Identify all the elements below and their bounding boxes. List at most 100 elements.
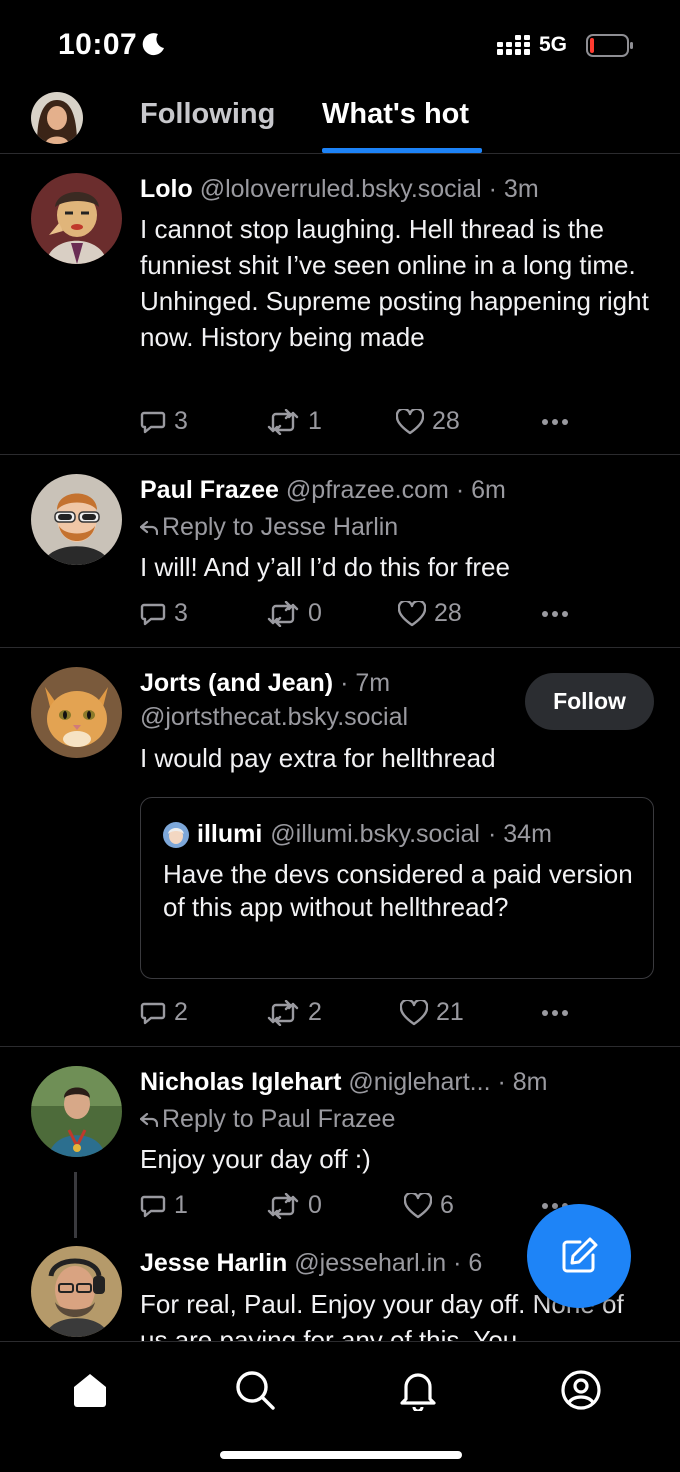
thread-line xyxy=(74,1172,77,1238)
quoted-post[interactable]: illumi @illumi.bsky.social · 34m Have th… xyxy=(140,797,654,979)
compose-icon xyxy=(562,1237,598,1273)
reply-context[interactable]: Reply to Jesse Harlin xyxy=(139,513,398,542)
status-time: 10:07 xyxy=(58,28,138,61)
battery-icon xyxy=(586,34,633,57)
post-time: · 8m xyxy=(497,1068,548,1096)
nav-home[interactable] xyxy=(66,1366,114,1414)
quote-avatar[interactable] xyxy=(163,821,189,848)
feed-post[interactable]: Paul Frazee @pfrazee.com · 6m Reply to J… xyxy=(0,456,680,648)
author-name[interactable]: Jorts (and Jean) xyxy=(140,669,333,697)
like-button[interactable]: 28 xyxy=(398,599,462,628)
avatar[interactable] xyxy=(31,173,122,264)
author-handle[interactable]: @niglehart... xyxy=(348,1068,490,1096)
tab-following[interactable]: Following xyxy=(140,98,275,131)
ellipsis-icon[interactable] xyxy=(540,1000,570,1026)
reply-count: 3 xyxy=(174,599,188,627)
author-name[interactable]: Paul Frazee xyxy=(140,476,279,504)
reply-count: 3 xyxy=(174,407,188,435)
bell-icon xyxy=(400,1373,436,1411)
follow-button[interactable]: Follow xyxy=(525,673,654,730)
author-name[interactable]: Jesse Harlin xyxy=(140,1249,287,1277)
network-label: 5G xyxy=(539,33,568,56)
nav-profile[interactable] xyxy=(557,1366,605,1414)
quote-text: Have the devs considered a paid version … xyxy=(163,859,633,922)
compose-button[interactable] xyxy=(527,1204,631,1308)
reply-button[interactable]: 3 xyxy=(140,407,188,436)
repost-button[interactable]: 0 xyxy=(266,599,322,628)
reply-to-label: Reply to Paul Frazee xyxy=(162,1105,396,1133)
feed-post[interactable]: Jorts (and Jean) · 7m @jortsthecat.bsky.… xyxy=(0,649,680,1047)
like-count: 6 xyxy=(440,1191,454,1219)
quote-author-handle[interactable]: @illumi.bsky.social xyxy=(270,820,480,849)
nav-notifications[interactable] xyxy=(394,1366,442,1414)
repost-button[interactable]: 2 xyxy=(266,998,322,1027)
repost-count: 1 xyxy=(308,407,322,435)
repost-count: 0 xyxy=(308,599,322,627)
heart-icon xyxy=(400,999,428,1025)
post-time: · 6m xyxy=(455,476,506,504)
repost-icon xyxy=(267,999,299,1026)
home-indicator xyxy=(220,1451,462,1459)
post-text: I would pay extra for hellthread xyxy=(140,743,496,773)
avatar[interactable] xyxy=(31,474,122,565)
quote-post-time: · 34m xyxy=(487,820,552,848)
repost-button[interactable]: 0 xyxy=(266,1191,322,1220)
author-handle[interactable]: @pfrazee.com xyxy=(286,476,449,504)
speech-bubble-icon xyxy=(140,411,166,433)
like-count: 28 xyxy=(432,407,460,435)
repost-count: 2 xyxy=(308,998,322,1026)
like-button[interactable]: 6 xyxy=(404,1191,454,1220)
like-button[interactable]: 28 xyxy=(396,407,460,436)
author-handle[interactable]: @jortsthecat.bsky.social xyxy=(140,703,408,732)
post-time: · 3m xyxy=(488,175,539,203)
post-actions: 1 0 6 xyxy=(140,1191,580,1221)
reply-context[interactable]: Reply to Paul Frazee xyxy=(139,1105,396,1134)
author-name[interactable]: Lolo xyxy=(140,175,193,203)
speech-bubble-icon xyxy=(140,1195,166,1217)
avatar[interactable] xyxy=(31,667,122,758)
my-avatar[interactable] xyxy=(31,92,83,144)
repost-icon xyxy=(267,408,299,435)
feed-header: Following What's hot xyxy=(0,88,680,154)
ellipsis-icon[interactable] xyxy=(540,409,570,435)
post-time: · 7m xyxy=(340,669,391,697)
tab-whats-hot[interactable]: What's hot xyxy=(322,98,469,131)
avatar[interactable] xyxy=(31,1246,122,1337)
reply-count: 2 xyxy=(174,998,188,1026)
reply-button[interactable]: 2 xyxy=(140,998,188,1027)
repost-icon xyxy=(267,1192,299,1219)
reply-arrow-icon xyxy=(139,1113,159,1128)
moon-icon xyxy=(142,33,164,56)
author-handle[interactable]: @jesseharl.in xyxy=(294,1249,446,1277)
profile-icon xyxy=(561,1370,601,1410)
speech-bubble-icon xyxy=(140,1002,166,1024)
search-icon xyxy=(236,1371,275,1410)
repost-count: 0 xyxy=(308,1191,322,1219)
like-button[interactable]: 21 xyxy=(400,998,464,1027)
post-text: Enjoy your day off :) xyxy=(140,1144,371,1174)
reply-count: 1 xyxy=(174,1191,188,1219)
reply-arrow-icon xyxy=(139,521,159,536)
author-handle[interactable]: @loloverruled.bsky.social xyxy=(200,175,482,203)
like-count: 21 xyxy=(436,998,464,1026)
repost-button[interactable]: 1 xyxy=(266,407,322,436)
post-text: I will! And y’all I’d do this for free xyxy=(140,552,510,582)
status-bar: 10:07 5G xyxy=(0,0,680,90)
reply-button[interactable]: 1 xyxy=(140,1191,188,1220)
nav-search[interactable] xyxy=(231,1366,279,1414)
post-text: I cannot stop laughing. Hell thread is t… xyxy=(140,214,649,352)
quote-author-name[interactable]: illumi xyxy=(197,820,262,849)
avatar[interactable] xyxy=(31,1066,122,1157)
ellipsis-icon[interactable] xyxy=(540,601,570,627)
post-actions: 3 1 28 xyxy=(140,407,580,437)
signal-icon xyxy=(497,35,530,55)
reply-button[interactable]: 3 xyxy=(140,599,188,628)
author-name[interactable]: Nicholas Iglehart xyxy=(140,1068,341,1096)
feed-post[interactable]: Lolo @loloverruled.bsky.social · 3m I ca… xyxy=(0,155,680,455)
repost-icon xyxy=(267,600,299,627)
heart-icon xyxy=(396,408,424,434)
bottom-nav xyxy=(0,1341,680,1472)
post-actions: 2 2 21 xyxy=(140,998,580,1028)
home-icon xyxy=(74,1374,106,1407)
post-actions: 3 0 28 xyxy=(140,599,580,629)
